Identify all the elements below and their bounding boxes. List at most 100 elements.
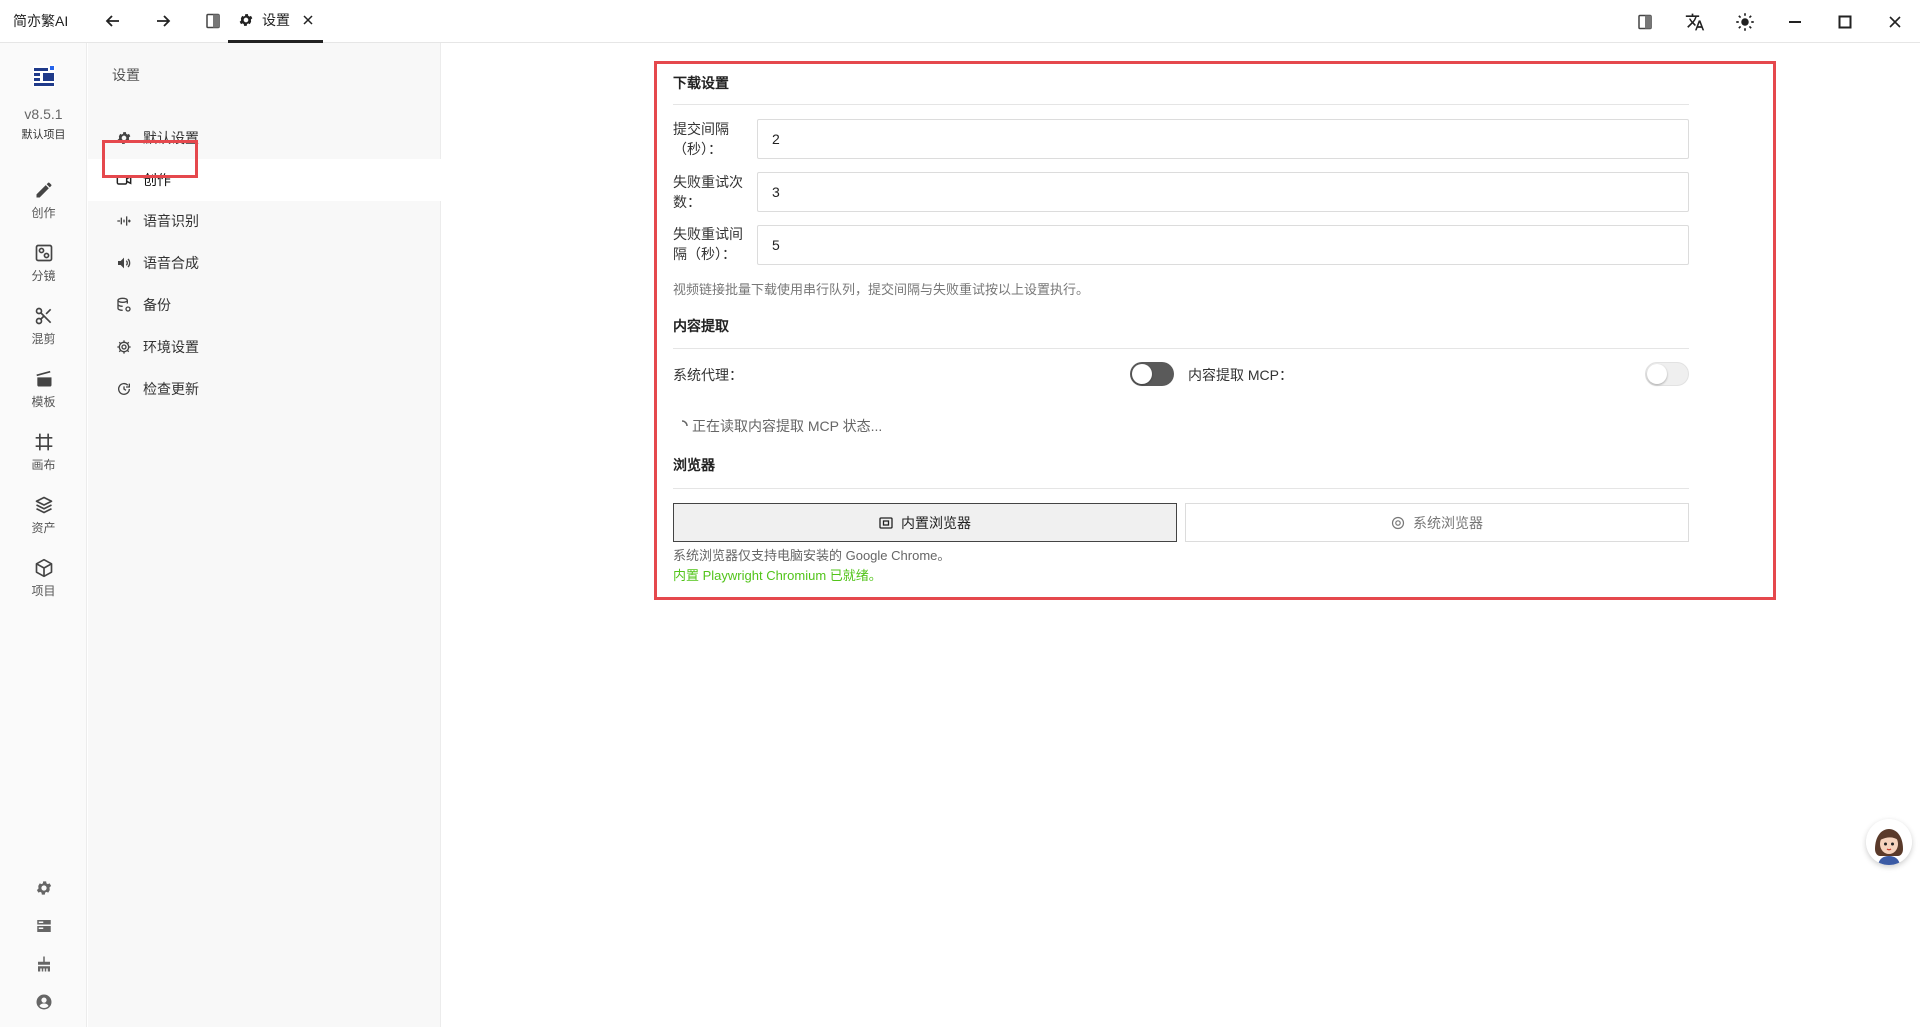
close-tab-button[interactable]: [302, 14, 314, 26]
proxy-toggle[interactable]: [1130, 362, 1174, 386]
server-icon: [36, 920, 51, 932]
rail-item-label: 模板: [31, 395, 56, 409]
nav-item-backup[interactable]: 备份: [88, 284, 441, 326]
label-line: 失败重试次: [673, 174, 743, 190]
nav-item-label: 语音合成: [143, 255, 199, 271]
close-icon: [1889, 15, 1901, 28]
nav-item-speech-recognition[interactable]: 语音识别: [88, 200, 441, 242]
clapperboard-icon: [32, 367, 56, 391]
nav-title: 设置: [112, 67, 140, 83]
back-button[interactable]: [88, 0, 138, 43]
nav-item-label: 语音识别: [143, 213, 199, 229]
close-window-button[interactable]: [1870, 0, 1920, 43]
scissors-icon: [32, 304, 56, 328]
minimize-button[interactable]: [1770, 0, 1820, 43]
nav-item-speech-synthesis[interactable]: 语音合成: [88, 242, 441, 284]
nav-item-label: 检查更新: [143, 381, 199, 397]
nav-highlight-box: [102, 140, 198, 178]
canvas-frame-icon: [32, 430, 56, 454]
retry-count-input[interactable]: 3: [757, 172, 1689, 212]
label-line: 隔（秒）：: [673, 246, 736, 262]
builtin-browser-label: 内置浏览器: [901, 514, 971, 531]
submit-interval-input[interactable]: 2: [757, 119, 1689, 159]
chrome-icon: [1391, 516, 1405, 530]
mcp-toggle[interactable]: [1645, 362, 1689, 386]
download-section-title: 下载设置: [673, 75, 729, 91]
left-rail: v8.5.1 默认项目 创作 分镜 混剪 模板 画布 资产 项目: [0, 43, 87, 1027]
rail-item-canvas[interactable]: 画布: [0, 430, 87, 486]
system-browser-label: 系统浏览器: [1413, 514, 1483, 531]
rail-item-template[interactable]: 模板: [0, 367, 87, 423]
project-label[interactable]: 默认项目: [0, 126, 87, 142]
gear-icon: [36, 881, 51, 895]
avatar: [1866, 819, 1912, 865]
app-logo: [33, 65, 55, 87]
maximize-icon: [1838, 15, 1852, 28]
minimize-icon: [1789, 20, 1801, 23]
refresh-icon: [115, 380, 133, 398]
arrow-left-icon: [105, 15, 119, 27]
builtin-browser-button[interactable]: 内置浏览器: [673, 503, 1177, 542]
version-label: v8.5.1: [24, 106, 63, 122]
window-controls: [1620, 0, 1920, 43]
theme-toggle-button[interactable]: [1720, 0, 1770, 43]
sidebar-panel-icon: [206, 13, 220, 29]
label-line: 失败重试间: [673, 226, 743, 242]
toggle-knob: [1647, 364, 1667, 384]
nav-item-label: 环境设置: [143, 339, 199, 355]
rail-item-assets[interactable]: 资产: [0, 493, 87, 549]
rail-item-label: 画布: [31, 458, 56, 472]
rail-item-label: 项目: [31, 584, 56, 598]
submit-interval-label: 提交间隔 （秒）：: [673, 119, 753, 159]
rail-item-storyboard[interactable]: 分镜: [0, 241, 87, 297]
assistant-avatar-button[interactable]: [1866, 819, 1912, 865]
retry-interval-label: 失败重试间 隔（秒）：: [673, 224, 753, 264]
rail-item-create[interactable]: 创作: [0, 178, 87, 234]
system-browser-button[interactable]: 系统浏览器: [1185, 503, 1689, 542]
rail-clean-button[interactable]: [0, 948, 87, 980]
pencil-icon: [32, 178, 56, 202]
gear-icon: [238, 12, 254, 28]
browser-window-icon: [879, 516, 893, 530]
rail-item-remix[interactable]: 混剪: [0, 304, 87, 360]
nav-item-environment[interactable]: 环境设置: [88, 326, 441, 368]
storyboard-icon: [32, 241, 56, 265]
panel-toggle-button[interactable]: [1620, 0, 1670, 43]
divider: [673, 488, 1689, 489]
sun-icon: [1736, 12, 1754, 31]
nav-item-check-update[interactable]: 检查更新: [88, 368, 441, 410]
input-value: 5: [772, 237, 780, 253]
user-circle-icon: [36, 994, 51, 1010]
proxy-label: 系统代理：: [673, 367, 743, 383]
input-value: 3: [772, 184, 780, 200]
translate-button[interactable]: [1670, 0, 1720, 43]
label-line: 数：: [673, 194, 701, 210]
rail-item-label: 创作: [31, 206, 56, 220]
retry-interval-input[interactable]: 5: [757, 225, 1689, 265]
settings-cog-icon: [115, 338, 133, 356]
rail-settings-button[interactable]: [0, 872, 87, 904]
retry-count-label: 失败重试次 数：: [673, 172, 753, 212]
content-section-title: 内容提取: [673, 318, 729, 334]
settings-nav: 设置 默认设置 创作 语音识别 语音合成 备份 环境设置 检查更新: [88, 43, 441, 1027]
spinner-icon: [681, 420, 688, 427]
forward-button[interactable]: [138, 0, 188, 43]
rail-account-button[interactable]: [0, 986, 87, 1018]
mcp-loading-status: 正在读取内容提取 MCP 状态...: [676, 416, 882, 436]
speaker-icon: [115, 254, 133, 272]
rail-item-project[interactable]: 项目: [0, 556, 87, 612]
divider: [673, 104, 1689, 105]
maximize-button[interactable]: [1820, 0, 1870, 43]
mcp-label: 内容提取 MCP：: [1188, 367, 1293, 383]
tab-settings[interactable]: 设置: [228, 0, 323, 43]
translate-icon: [1685, 13, 1705, 30]
label-line: （秒）：: [673, 141, 722, 157]
input-value: 2: [772, 131, 780, 147]
layers-icon: [32, 493, 56, 517]
arrow-right-icon: [157, 15, 171, 27]
toggle-knob: [1132, 364, 1152, 384]
rail-storage-button[interactable]: [0, 910, 87, 942]
tab-label: 设置: [262, 12, 290, 28]
browser-section-title: 浏览器: [673, 457, 715, 473]
nav-item-label: 备份: [143, 297, 171, 313]
